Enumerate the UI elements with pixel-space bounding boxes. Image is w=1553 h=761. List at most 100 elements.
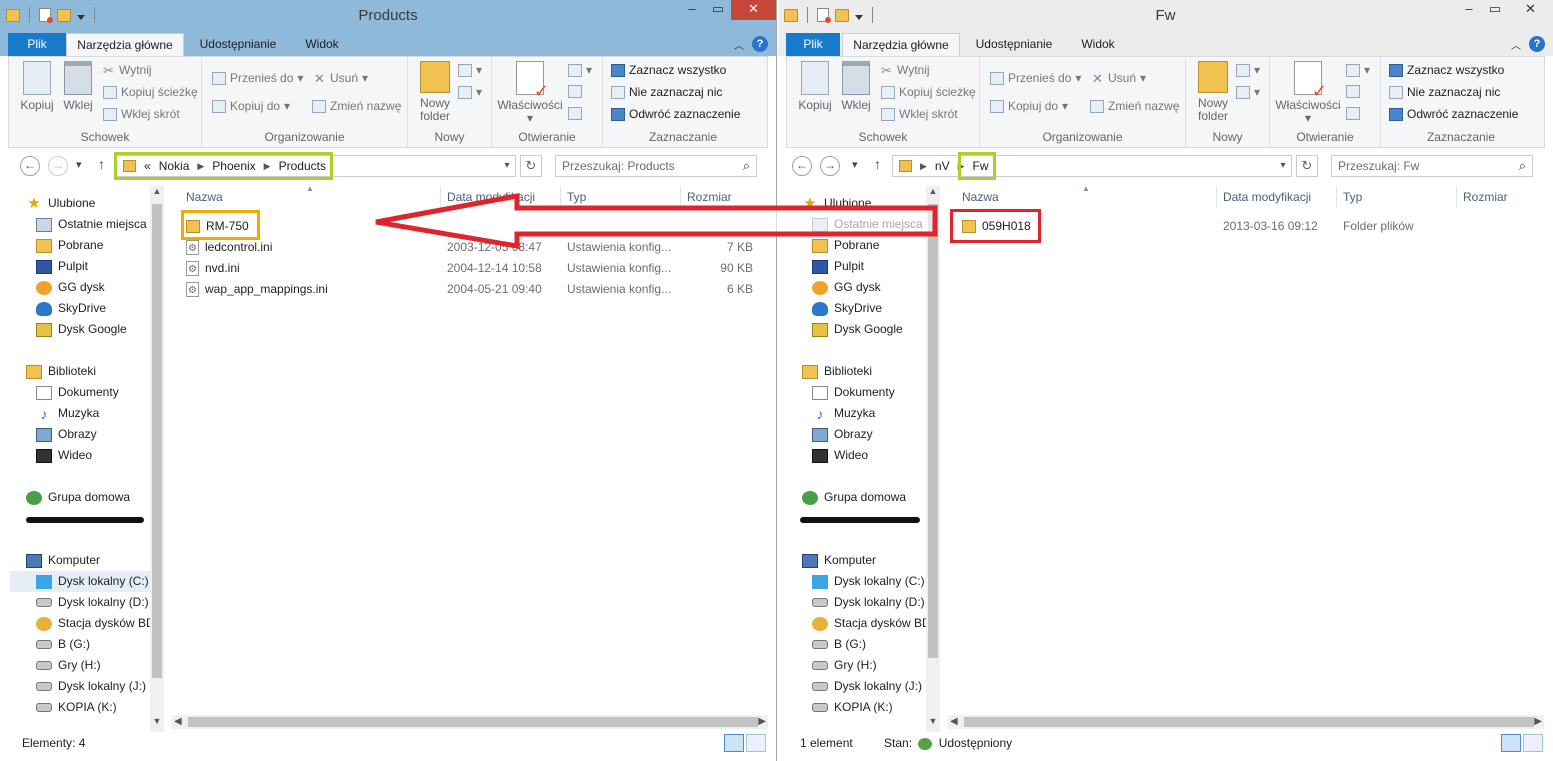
move-to-button[interactable]: Przenieś do ▾ [212,71,303,85]
search-input[interactable]: Przeszukaj: Products ⌕ [555,155,757,177]
nav-scrollbar[interactable]: ▲ ▼ [926,186,940,732]
nav-desktop[interactable]: Pulpit [36,256,88,277]
back-button[interactable]: ← [20,156,40,176]
refresh-button[interactable]: ↻ [1296,155,1318,177]
nav-drive-h[interactable]: Gry (H:) [812,655,877,676]
collapse-ribbon-icon[interactable]: ︿ [1511,37,1521,52]
collapse-ribbon-icon[interactable]: ︿ [734,37,744,52]
details-view-button[interactable] [1501,734,1521,752]
new-item-button[interactable]: ▾ [1236,63,1260,77]
nav-drive-j[interactable]: Dysk lokalny (J:) [36,676,146,697]
nav-drive-k[interactable]: KOPIA (K:) [36,697,117,718]
history-button[interactable] [568,107,582,120]
move-to-button[interactable]: Przenieś do ▾ [990,71,1081,85]
nav-skydrive[interactable]: SkyDrive [812,298,882,319]
select-none-button[interactable]: Nie zaznaczaj nic [1389,85,1500,99]
close-button[interactable]: ✕ [1508,0,1553,20]
tab-view[interactable]: Widok [1070,33,1126,56]
nav-gg[interactable]: GG dysk [36,277,105,298]
nav-drive-bd[interactable]: Stacja dysków BD [36,613,150,634]
chevron-right-icon[interactable]: ▶ [920,161,927,172]
tab-home[interactable]: Narzędzia główne [842,33,960,56]
horizontal-scrollbar[interactable]: ◀ ▶ [172,715,768,729]
nav-documents[interactable]: Dokumenty [36,382,119,403]
scroll-up-icon[interactable]: ▲ [926,186,940,196]
edit-button[interactable] [1346,85,1360,98]
nav-recent[interactable]: Ostatnie miejsca [812,214,923,235]
scroll-right-icon[interactable]: ▶ [1534,715,1542,729]
nav-drive-d[interactable]: Dysk lokalny (D:) [812,592,925,613]
nav-video[interactable]: Wideo [812,445,868,466]
search-input[interactable]: Przeszukaj: Fw ⌕ [1331,155,1533,177]
copy-path-button[interactable]: Kopiuj ścieżkę [103,85,198,99]
properties-button[interactable]: Właściwości▾ [496,61,564,125]
help-icon[interactable]: ? [1529,36,1545,52]
scroll-down-icon[interactable]: ▼ [926,716,940,726]
open-button[interactable]: ▾ [1346,63,1370,77]
paste-button[interactable]: Wklej [837,61,875,112]
tab-share[interactable]: Udostępnianie [966,33,1062,56]
properties-button[interactable]: Właściwości▾ [1274,61,1342,125]
copy-path-button[interactable]: Kopiuj ścieżkę [881,85,976,99]
nav-desktop[interactable]: Pulpit [812,256,864,277]
tab-file[interactable]: Plik [8,33,66,56]
new-folder-button[interactable]: Nowy folder [1194,61,1232,123]
tab-home[interactable]: Narzędzia główne [66,33,184,56]
scrollbar-thumb[interactable] [152,204,162,678]
breadcrumb-item[interactable]: nV [935,159,950,173]
new-folder-button[interactable]: Nowy folder [416,61,454,123]
nav-favorites[interactable]: ★ Ulubione [802,193,871,214]
cut-button[interactable]: ✂ Wytnij [103,63,152,77]
edit-button[interactable] [568,85,582,98]
nav-google-drive[interactable]: Dysk Google [812,319,903,340]
details-view-button[interactable] [724,734,744,752]
recent-locations-button[interactable]: ▾ [852,158,858,171]
refresh-button[interactable]: ↻ [520,155,542,177]
nav-documents[interactable]: Dokumenty [812,382,895,403]
nav-scrollbar[interactable]: ▲ ▼ [150,186,164,732]
nav-music[interactable]: ♪ Muzyka [812,403,876,424]
nav-drive-h[interactable]: Gry (H:) [36,655,101,676]
nav-drive-g[interactable]: B (G:) [812,634,866,655]
column-type[interactable]: Typ [560,186,680,208]
tab-share[interactable]: Udostępnianie [190,33,286,56]
address-history-button[interactable]: ▾ [1274,155,1292,177]
recent-locations-button[interactable]: ▾ [76,158,82,171]
scroll-right-icon[interactable]: ▶ [758,715,766,729]
title-bar[interactable]: Products – ▭ ✕ [0,0,776,33]
invert-selection-button[interactable]: Odwróć zaznaczenie [611,107,740,121]
address-bar[interactable]: ▶ nV ▶ Fw [892,155,1292,177]
open-button[interactable]: ▾ [568,63,592,77]
nav-drive-j[interactable]: Dysk lokalny (J:) [812,676,922,697]
paste-shortcut-button[interactable]: Wklej skrót [103,107,180,121]
scroll-up-icon[interactable]: ▲ [150,186,164,196]
nav-recent[interactable]: Ostatnie miejsca [36,214,147,235]
address-history-button[interactable]: ▾ [498,155,516,177]
copy-button[interactable]: Kopiuj [793,61,837,112]
easy-access-button[interactable]: ▾ [458,85,482,99]
copy-to-button[interactable]: Kopiuj do ▾ [990,99,1068,113]
forward-button[interactable]: → [48,156,68,176]
up-button[interactable]: ↑ [874,156,881,172]
select-none-button[interactable]: Nie zaznaczaj nic [611,85,722,99]
nav-downloads[interactable]: Pobrane [36,235,103,256]
column-size[interactable]: Rozmiar [1456,186,1536,208]
nav-drive-c[interactable]: Dysk lokalny (C:) [812,571,925,592]
nav-skydrive[interactable]: SkyDrive [36,298,106,319]
nav-homegroup[interactable]: Grupa domowa [26,487,130,508]
minimize-button[interactable]: – [1456,0,1482,20]
forward-button[interactable]: → [820,156,840,176]
nav-pictures[interactable]: Obrazy [812,424,873,445]
copy-to-button[interactable]: Kopiuj do ▾ [212,99,290,113]
history-button[interactable] [1346,107,1360,120]
copy-button[interactable]: Kopiuj [15,61,59,112]
nav-video[interactable]: Wideo [36,445,92,466]
nav-pictures[interactable]: Obrazy [36,424,97,445]
horizontal-scrollbar[interactable]: ◀ ▶ [948,715,1544,729]
nav-drive-d[interactable]: Dysk lokalny (D:) [36,592,149,613]
large-icons-view-button[interactable] [1523,734,1543,752]
nav-computer[interactable]: Komputer [802,550,876,571]
column-date[interactable]: Data modyfikacji [1216,186,1336,208]
nav-google-drive[interactable]: Dysk Google [36,319,127,340]
help-icon[interactable]: ? [752,36,768,52]
